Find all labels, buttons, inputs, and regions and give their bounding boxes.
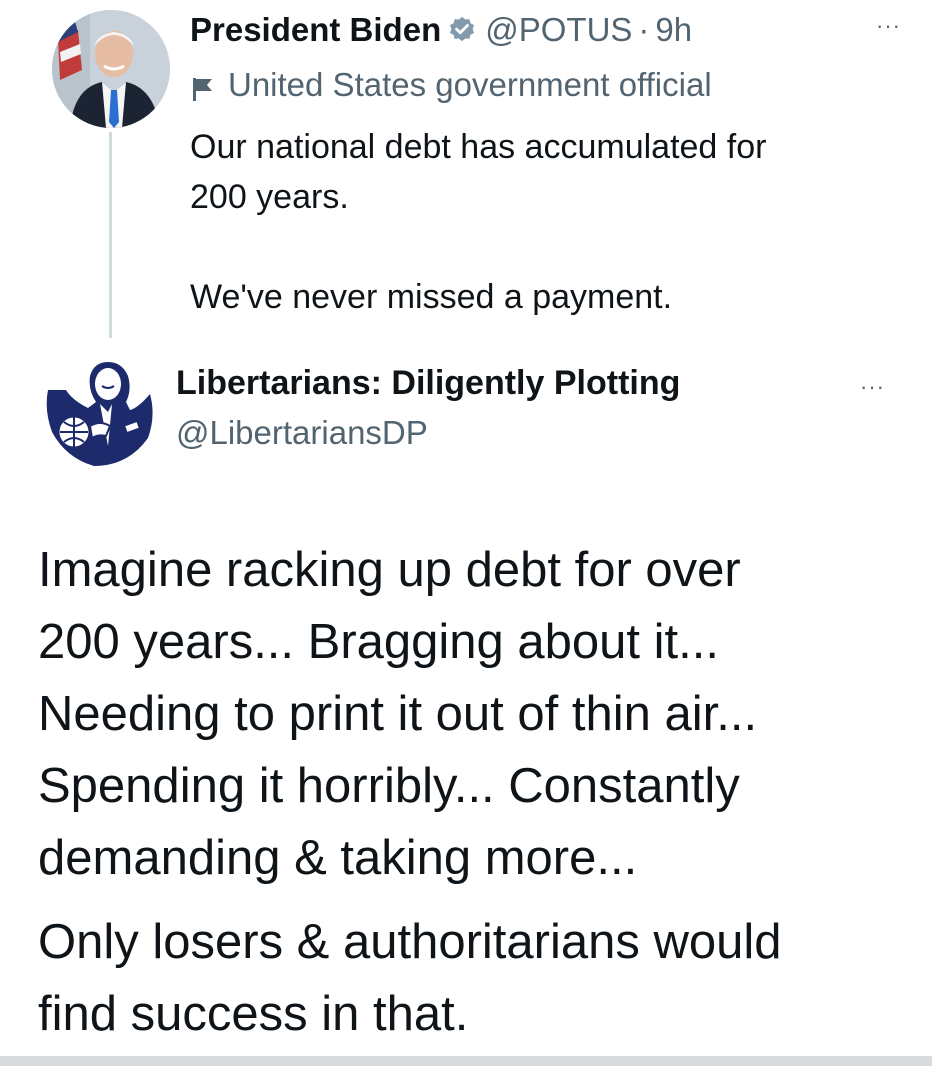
reply-text: Imagine racking up debt for over 200 yea… (38, 534, 918, 1050)
tweet-text: Our national debt has accumulated for 20… (190, 128, 767, 316)
more-options-icon[interactable]: ··· (876, 15, 901, 37)
more-options-icon[interactable]: ··· (860, 374, 885, 400)
government-label: United States government official (190, 66, 712, 104)
government-label-text: United States government official (228, 66, 712, 103)
author-name[interactable]: President Biden (190, 11, 441, 49)
reply-paragraph: Only losers & authoritarians would find … (38, 915, 782, 1041)
reply-author-handle[interactable]: @LibertariansDP (176, 414, 428, 452)
reply-author-name[interactable]: Libertarians: Diligently Plotting (176, 364, 680, 403)
verified-badge-icon (447, 15, 477, 45)
reply-tweet: Libertarians: Diligently Plotting @Liber… (0, 340, 932, 1066)
author-handle[interactable]: @POTUS (485, 11, 632, 49)
original-tweet: President Biden @POTUS · 9h ··· United S… (0, 0, 932, 340)
thread-connector (109, 132, 112, 338)
flag-icon (190, 72, 216, 101)
tweet-timestamp[interactable]: 9h (655, 11, 692, 49)
separator-dot: · (638, 11, 650, 48)
potus-avatar[interactable] (52, 10, 170, 128)
bottom-divider (0, 1056, 932, 1066)
reply-paragraph: Imagine racking up debt for over 200 yea… (38, 543, 758, 885)
tweet-header: President Biden @POTUS · 9h (190, 8, 692, 52)
libertarians-avatar[interactable] (38, 350, 156, 468)
